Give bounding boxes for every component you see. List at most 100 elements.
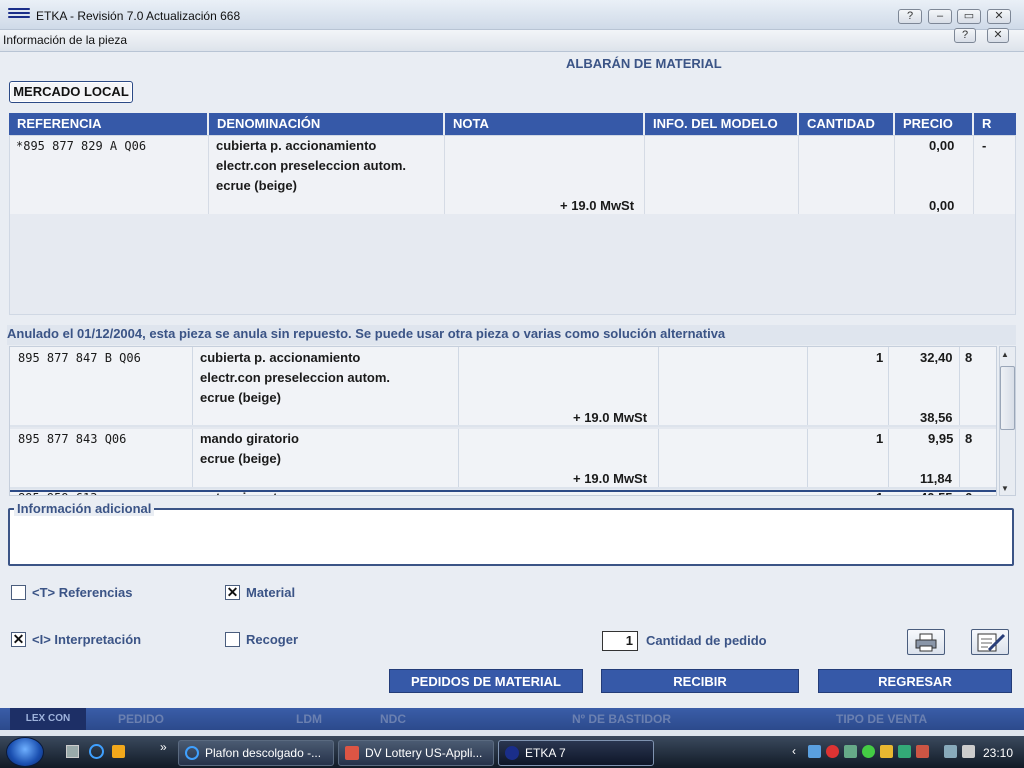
edit-notes-button[interactable]	[971, 629, 1009, 655]
volume-icon[interactable]	[962, 745, 975, 758]
pedido-tab[interactable]: PEDIDO	[118, 712, 164, 726]
print-button[interactable]	[907, 629, 945, 655]
alt-cantidad: 1	[876, 350, 884, 365]
alt-nota: + 19.0 MwSt	[573, 410, 648, 425]
alt-cantidad: 1	[876, 431, 884, 446]
alt-r: 8	[965, 350, 973, 365]
alt-den-1: mando giratorio	[200, 431, 299, 446]
maximize-button[interactable]: ▭	[957, 9, 981, 24]
tipo-venta-tab[interactable]: TIPO DE VENTA	[836, 712, 927, 726]
minimize-button[interactable]: –	[928, 9, 952, 24]
cantidad-pedido-input[interactable]: 1	[602, 631, 638, 651]
subwindow-title: Información de la pieza	[3, 33, 128, 47]
alternatives-list: 895 877 847 B Q06 cubierta p. accionamie…	[9, 346, 997, 496]
alt-den-1: cubierta p. accionamiento	[200, 350, 361, 365]
referencias-checkbox[interactable]	[11, 585, 26, 600]
main-part-referencia[interactable]: *895 877 829 A Q06	[16, 136, 146, 156]
alt-r: 6	[965, 488, 972, 495]
main-part-precio-total: 0,00	[929, 198, 955, 213]
alt-precio-total: 11,84	[920, 471, 952, 486]
help-button[interactable]: ?	[898, 9, 922, 24]
recoger-label[interactable]: Recoger	[246, 632, 298, 647]
window-title: ETKA - Revisión 7.0 Actualización 668	[36, 9, 241, 23]
table-row[interactable]: 895 877 847 B Q06 cubierta p. accionamie…	[10, 347, 996, 427]
main-part-nota: + 19.0 MwSt	[560, 198, 635, 213]
pedidos-material-button[interactable]: PEDIDOS DE MATERIAL	[389, 669, 583, 693]
col-cantidad[interactable]: CANTIDAD	[799, 113, 895, 135]
mercado-local-button[interactable]: MERCADO LOCAL	[9, 81, 133, 103]
recoger-checkbox[interactable]	[225, 632, 240, 647]
table-row[interactable]: 895 959 613 potenciometro 1 40,55 6	[10, 488, 996, 495]
internet-explorer-icon[interactable]	[89, 744, 104, 759]
albaran-title: ALBARÁN DE MATERIAL	[566, 56, 722, 71]
calculator-icon[interactable]	[66, 745, 79, 758]
anulado-notice: Anulado el 01/12/2004, esta pieza se anu…	[7, 325, 1016, 345]
main-cell-r	[974, 136, 1015, 214]
media-player-icon[interactable]	[112, 745, 125, 758]
col-r[interactable]: R	[974, 113, 1016, 135]
info-adicional-box[interactable]	[8, 508, 1014, 566]
alt-referencia[interactable]: 895 959 613	[18, 488, 97, 495]
alt-den-2: ecrue (beige)	[200, 451, 281, 466]
alt-referencia[interactable]: 895 877 847 B Q06	[18, 348, 141, 368]
task-etka[interactable]: ETKA 7	[498, 740, 654, 766]
col-info-modelo[interactable]: INFO. DEL MODELO	[645, 113, 799, 135]
col-nota[interactable]: NOTA	[445, 113, 645, 135]
chevron-right-icon[interactable]: »	[160, 740, 167, 754]
ie-icon	[185, 746, 199, 760]
col-referencia[interactable]: REFERENCIA	[9, 113, 209, 135]
alert-icon[interactable]	[880, 745, 893, 758]
alt-precio: 40,55	[920, 488, 953, 495]
firefox-icon	[345, 746, 359, 760]
scrollbar-thumb[interactable]	[1000, 366, 1015, 430]
table-row[interactable]: 895 877 843 Q06 mando giratorio ecrue (b…	[10, 429, 996, 489]
security-alert-icon[interactable]	[826, 745, 839, 758]
app-tray-icon[interactable]	[898, 745, 911, 758]
alt-precio: 9,95	[928, 431, 954, 446]
start-button[interactable]	[6, 737, 44, 767]
alt-precio: 32,40	[920, 350, 953, 365]
sub-help-button[interactable]: ?	[954, 28, 976, 43]
main-part-r: -	[982, 138, 987, 153]
main-cell-info	[645, 136, 799, 214]
alt-referencia[interactable]: 895 877 843 Q06	[18, 429, 126, 449]
etka-logo-icon	[8, 6, 30, 22]
user-icon[interactable]	[844, 745, 857, 758]
alt-den-3: ecrue (beige)	[200, 390, 281, 405]
close-button[interactable]: ✕	[987, 9, 1011, 24]
alt-r: 8	[965, 431, 973, 446]
bastidor-tab[interactable]: Nº DE BASTIDOR	[572, 712, 671, 726]
task-dv-lottery[interactable]: DV Lottery US-Appli...	[338, 740, 494, 766]
material-checkbox[interactable]: ✕	[225, 585, 240, 600]
scroll-down-icon[interactable]: ▼	[1001, 484, 1009, 493]
notepad-pencil-icon	[977, 633, 1006, 652]
referencias-label[interactable]: <T> Referencias	[32, 585, 132, 600]
task-label: Plafon descolgado -...	[205, 746, 322, 760]
tray-expand-icon[interactable]: ‹	[792, 744, 796, 758]
etka-icon	[505, 746, 519, 760]
interpretacion-checkbox[interactable]: ✕	[11, 632, 26, 647]
alt-precio-total: 38,56	[920, 410, 953, 425]
messenger-icon[interactable]	[862, 745, 875, 758]
ndc-tab[interactable]: NDC	[380, 712, 406, 726]
main-part-precio: 0,00	[929, 138, 955, 153]
subwindow-bar	[0, 30, 1024, 52]
regresar-button[interactable]: REGRESAR	[818, 669, 1012, 693]
interpretacion-label[interactable]: <I> Interpretación	[32, 632, 141, 647]
clock[interactable]: 23:10	[983, 746, 1013, 760]
cantidad-pedido-label: Cantidad de pedido	[646, 633, 767, 648]
main-cell-cant	[799, 136, 895, 214]
col-precio[interactable]: PRECIO	[895, 113, 974, 135]
ldm-tab[interactable]: LDM	[296, 712, 322, 726]
material-label[interactable]: Material	[246, 585, 295, 600]
sub-close-button[interactable]: ✕	[987, 28, 1009, 43]
app2-tray-icon[interactable]	[916, 745, 929, 758]
recibir-button[interactable]: RECIBIR	[601, 669, 799, 693]
alt-nota: + 19.0 MwSt	[573, 471, 648, 486]
scroll-up-icon[interactable]: ▲	[1001, 350, 1009, 359]
network-icon[interactable]	[808, 745, 821, 758]
task-plafon[interactable]: Plafon descolgado -...	[178, 740, 334, 766]
col-denominacion[interactable]: DENOMINACIÓN	[209, 113, 445, 135]
display-icon[interactable]	[944, 745, 957, 758]
lexcon-logo: LEX CON	[10, 708, 86, 730]
